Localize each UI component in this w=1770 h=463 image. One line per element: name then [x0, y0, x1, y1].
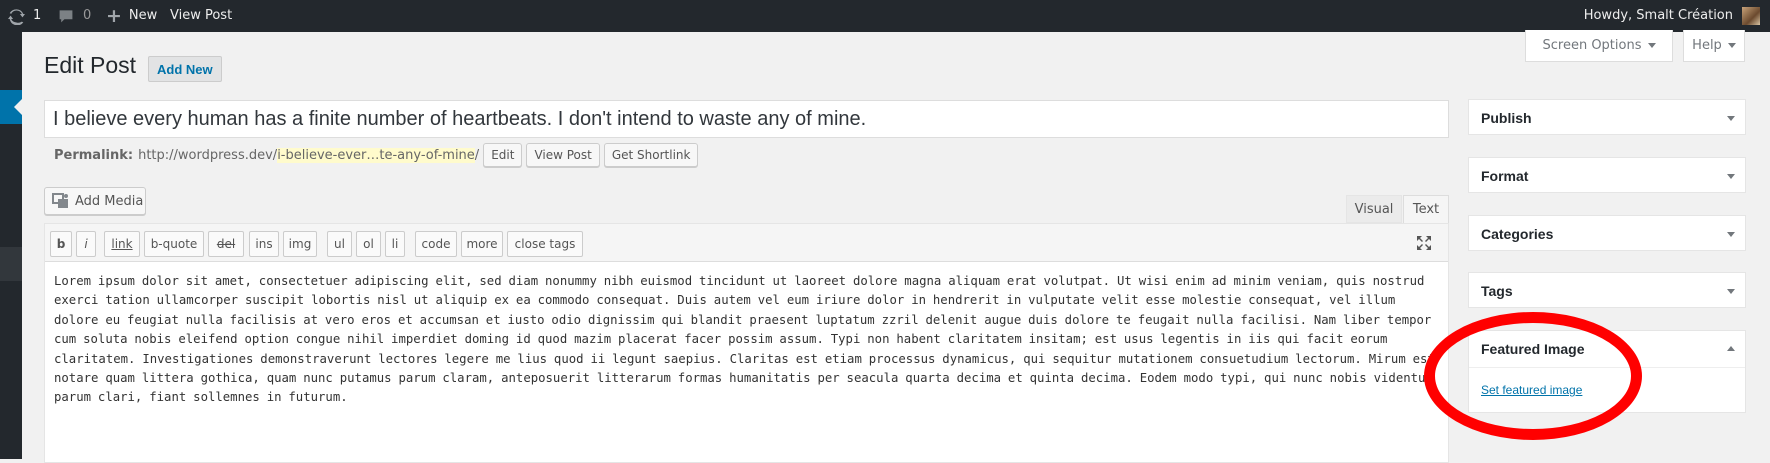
- menu-current-arrow: [14, 99, 22, 115]
- format-box[interactable]: Format: [1468, 157, 1746, 193]
- qt-more-button[interactable]: more: [461, 231, 503, 257]
- tab-text[interactable]: Text: [1403, 195, 1449, 223]
- add-media-button[interactable]: Add Media: [44, 187, 146, 215]
- get-shortlink-button[interactable]: Get Shortlink: [603, 143, 699, 167]
- qt-code-button[interactable]: code: [415, 231, 457, 257]
- edit-permalink-button[interactable]: Edit: [483, 143, 523, 167]
- publish-heading: Publish: [1481, 110, 1532, 126]
- fullscreen-icon[interactable]: [1415, 234, 1433, 252]
- dropdown-arrow-icon: [1647, 43, 1656, 48]
- screen-options-button[interactable]: Screen Options: [1525, 30, 1673, 62]
- highlight-ellipse: [1424, 312, 1642, 440]
- updates-link[interactable]: 1: [8, 0, 41, 32]
- permalink-label: Permalink:: [54, 147, 134, 163]
- new-content-link[interactable]: + New: [106, 0, 157, 32]
- permalink-trail: /: [474, 147, 480, 163]
- plus-icon: +: [106, 5, 122, 27]
- avatar: [1742, 7, 1760, 25]
- view-post-button[interactable]: View Post: [526, 143, 600, 167]
- refresh-icon: [8, 8, 25, 25]
- toggle-arrow-icon[interactable]: [1727, 232, 1735, 237]
- post-content-textarea[interactable]: Lorem ipsum dolor sit amet, consectetuer…: [54, 272, 1444, 408]
- qt-link-button[interactable]: link: [104, 231, 140, 257]
- post-title-input[interactable]: I believe every human has a finite numbe…: [44, 100, 1449, 138]
- editor: b i link b-quote del ins img ul ol li co…: [44, 223, 1449, 463]
- tags-heading: Tags: [1481, 283, 1513, 299]
- menu-item[interactable]: [0, 247, 22, 281]
- qt-ul-button[interactable]: ul: [327, 231, 352, 257]
- permalink-slug[interactable]: i-believe-ever…te-any-of-mine: [277, 147, 475, 163]
- categories-box[interactable]: Categories: [1468, 215, 1746, 251]
- qt-li-button[interactable]: li: [385, 231, 405, 257]
- permalink-base: http://wordpress.dev/: [138, 147, 278, 163]
- comments-count: 0: [83, 8, 92, 23]
- adminbar-view-post[interactable]: View Post: [170, 0, 232, 32]
- help-button[interactable]: Help: [1683, 30, 1745, 62]
- updates-count: 1: [33, 8, 42, 23]
- qt-img-button[interactable]: img: [283, 231, 317, 257]
- admin-bar: 1 0 + New View Post Howdy, Smalt Créatio…: [0, 0, 1770, 32]
- format-heading: Format: [1481, 168, 1529, 184]
- toggle-arrow-icon[interactable]: [1727, 116, 1735, 121]
- qt-close-tags-button[interactable]: close tags: [507, 231, 583, 257]
- qt-ins-button[interactable]: ins: [249, 231, 279, 257]
- qt-bold-button[interactable]: b: [50, 231, 72, 257]
- publish-box[interactable]: Publish: [1468, 99, 1746, 135]
- dropdown-arrow-icon: [1727, 43, 1736, 48]
- toggle-arrow-icon[interactable]: [1727, 174, 1735, 179]
- toggle-arrow-icon[interactable]: [1727, 289, 1735, 294]
- new-label: New: [128, 8, 158, 23]
- quicktags-toolbar: b i link b-quote del ins img ul ol li co…: [45, 224, 1448, 262]
- admin-menu: [0, 32, 22, 459]
- categories-heading: Categories: [1481, 226, 1554, 242]
- greeting: Howdy, Smalt Création: [1583, 8, 1733, 23]
- qt-bquote-button[interactable]: b-quote: [144, 231, 204, 257]
- comments-link[interactable]: 0: [58, 0, 91, 32]
- tags-box[interactable]: Tags: [1468, 272, 1746, 308]
- media-icon: [52, 193, 68, 208]
- permalink-row: Permalink: http://wordpress.dev/i-believ…: [54, 143, 699, 167]
- qt-italic-button[interactable]: i: [76, 231, 96, 257]
- comment-icon: [59, 10, 73, 23]
- qt-ol-button[interactable]: ol: [356, 231, 381, 257]
- page-title: Edit Post: [44, 52, 137, 78]
- add-new-button[interactable]: Add New: [148, 56, 222, 82]
- my-account[interactable]: Howdy, Smalt Création: [1584, 0, 1760, 32]
- toggle-arrow-icon[interactable]: [1727, 346, 1735, 351]
- tab-visual[interactable]: Visual: [1346, 195, 1402, 223]
- qt-del-button[interactable]: del: [208, 231, 244, 257]
